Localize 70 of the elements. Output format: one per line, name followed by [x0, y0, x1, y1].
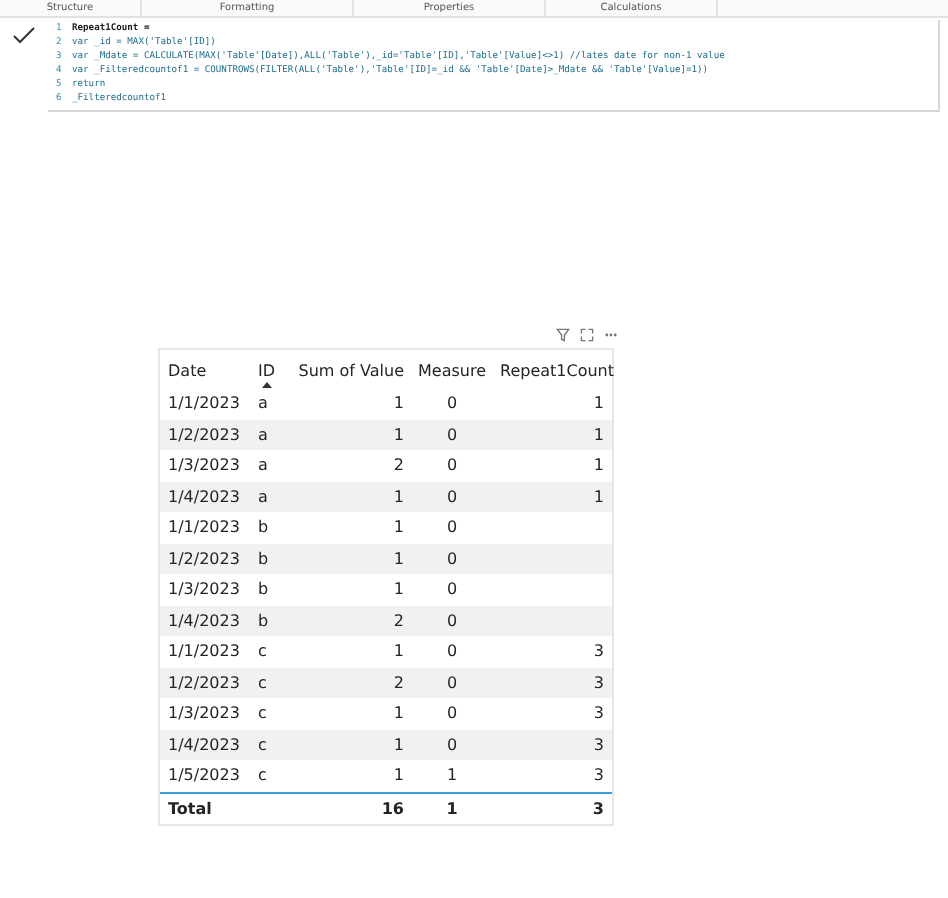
table-cell-text: 1 [591, 394, 604, 413]
table-cell-text: 1 [591, 487, 604, 506]
table-cell-text: 0 [444, 735, 460, 754]
table-cell-text: 3 [591, 766, 604, 785]
table-cell-text: a [258, 425, 270, 444]
table-cell-text: b [258, 549, 271, 568]
table-cell-text: 1 [391, 487, 404, 506]
table-cell-text: 0 [444, 580, 460, 599]
table-cell-text: 1 [591, 456, 604, 475]
table-cell-text: 1/5/2023 [168, 766, 242, 785]
total-cell-text: 3 [590, 799, 604, 817]
table-cell-text: 3 [591, 735, 604, 754]
table-cell-text: 2 [391, 673, 404, 692]
table-cell-text: 1/2/2023 [168, 673, 242, 692]
table-cell-text: 1 [391, 642, 404, 661]
table-cell-text: 0 [444, 642, 460, 661]
table-cell-text: 1 [391, 704, 404, 723]
table-cell-text: 1 [391, 518, 404, 537]
table-cell-text: 1 [591, 425, 604, 444]
column-header[interactable]: Date [168, 362, 250, 388]
table-cell-text: 1 [391, 735, 404, 754]
column-header[interactable]: Repeat1Count [500, 362, 615, 388]
column-header[interactable]: Measure [412, 362, 492, 388]
table-cell-text: c [258, 766, 269, 785]
table-cell-text: 1/1/2023 [168, 518, 242, 537]
table-cell-text: 1/2/2023 [168, 549, 242, 568]
table-cell-text: 0 [444, 394, 460, 413]
table-cell-text: a [258, 456, 270, 475]
table-cell-text: 1/4/2023 [168, 735, 242, 754]
table-cell-text: 1 [391, 580, 404, 599]
table-cell-text: c [258, 704, 269, 723]
table-cell-text: 3 [591, 673, 604, 692]
table-cell-text: 1/3/2023 [168, 580, 242, 599]
table-cell-text: 1 [391, 394, 404, 413]
table-cell-text: 3 [591, 642, 604, 661]
table-cell-text: c [258, 735, 269, 754]
total-cell-text: 1 [444, 799, 460, 817]
table-cell-text: 0 [444, 456, 460, 475]
column-header[interactable]: Sum of Value [294, 362, 404, 388]
table-cell-text: b [258, 518, 271, 537]
table-cell-text: 1/3/2023 [168, 704, 242, 723]
table-cell-text: 1/1/2023 [168, 642, 242, 661]
table-cell-text: 1/4/2023 [168, 611, 242, 630]
total-label: Total [168, 799, 214, 817]
table-cell-text: 1/1/2023 [168, 394, 242, 413]
table-cell-text: 0 [444, 611, 460, 630]
table-cell-text: b [258, 611, 271, 630]
table-cell-text: 1 [391, 425, 404, 444]
column-header[interactable]: ID [258, 362, 286, 388]
table-cell-text: 1 [444, 766, 460, 785]
total-cell-text: 16 [379, 799, 404, 817]
table-cell-text: 2 [391, 456, 404, 475]
table-cell-text: a [258, 487, 270, 506]
table-cell-text: 1/3/2023 [168, 456, 242, 475]
table-cell-text: c [258, 642, 269, 661]
table-cell-text: 1/2/2023 [168, 425, 242, 444]
table-cell-text: 0 [444, 704, 460, 723]
table-cell-text: 0 [444, 425, 460, 444]
table-cell-text: 0 [444, 673, 460, 692]
table-cell-text: 0 [444, 518, 460, 537]
table-cell-text: 1 [391, 766, 404, 785]
table-cell-text: 1 [391, 549, 404, 568]
table-cell-text: a [258, 394, 270, 413]
table-cell-text: c [258, 673, 269, 692]
table-cell-text: 2 [391, 611, 404, 630]
table-cell-text: 3 [591, 704, 604, 723]
table-cell-text: 1/4/2023 [168, 487, 242, 506]
table-cell-text: 0 [444, 549, 460, 568]
table-cell-text: 0 [444, 487, 460, 506]
table-cell-text: b [258, 580, 271, 599]
